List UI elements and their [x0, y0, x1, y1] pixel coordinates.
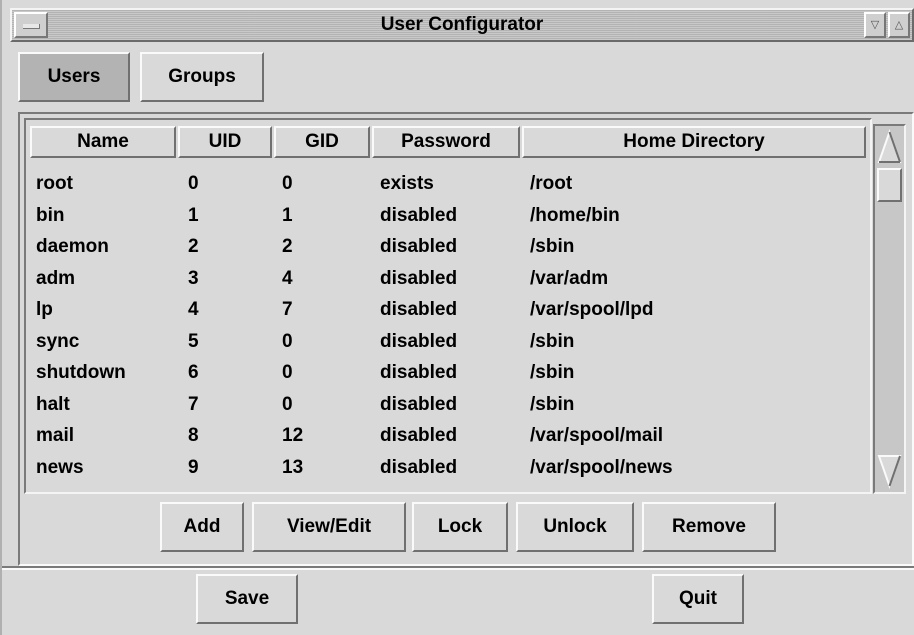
- window-title: User Configurator: [380, 14, 544, 35]
- cell-password: disabled: [380, 330, 458, 352]
- cell-gid: 0: [282, 173, 293, 194]
- cell-uid: 6: [188, 362, 199, 383]
- cell-name: news: [36, 456, 84, 478]
- cell-gid: 7: [282, 299, 293, 320]
- cell-name: sync: [36, 330, 80, 352]
- cell-name: bin: [36, 204, 65, 226]
- view-edit-button[interactable]: View/Edit: [252, 502, 406, 552]
- cell-gid: 13: [282, 456, 304, 478]
- cell-name: shutdown: [36, 362, 126, 383]
- column-header-password[interactable]: Password: [372, 126, 520, 158]
- cell-home: /home/bin: [530, 204, 620, 226]
- table-row[interactable]: adm 3 4 disabled/var/adm: [2, 263, 842, 294]
- cell-name: lp: [36, 299, 53, 320]
- cell-home: /sbin: [530, 236, 575, 257]
- table-row[interactable]: news 9 13 disabled/var/spool/news: [2, 452, 842, 483]
- table-row[interactable]: sync 5 0 disabled/sbin: [2, 326, 842, 357]
- cell-uid: 8: [188, 425, 199, 446]
- cell-uid: 7: [188, 393, 199, 415]
- cell-gid: 0: [282, 330, 293, 352]
- cell-name: daemon: [36, 236, 109, 257]
- cell-password: disabled: [380, 425, 458, 446]
- cell-uid: 2: [188, 236, 199, 257]
- cell-uid: 3: [188, 267, 199, 289]
- scroll-thumb[interactable]: [877, 168, 902, 202]
- column-header-name[interactable]: Name: [30, 126, 176, 158]
- remove-button[interactable]: Remove: [642, 502, 776, 552]
- table-row[interactable]: halt 7 0 disabled/sbin: [2, 389, 842, 420]
- cell-home: /var/spool/mail: [530, 425, 664, 446]
- scroll-down-arrow-icon[interactable]: [877, 452, 902, 490]
- scroll-up-arrow-icon[interactable]: [877, 128, 902, 166]
- column-header-home-directory[interactable]: Home Directory: [522, 126, 866, 158]
- minimize-button[interactable]: ▽: [864, 12, 886, 38]
- cell-name: mail: [36, 425, 75, 446]
- cell-name: adm: [36, 267, 76, 289]
- table-row[interactable]: lp 4 7 disabled/var/spool/lpd: [2, 294, 842, 325]
- cell-uid: 1: [188, 204, 199, 226]
- table-row[interactable]: bin 1 1 disabled/home/bin: [2, 200, 842, 231]
- cell-home: /var/adm: [530, 267, 609, 289]
- cell-uid: 4: [188, 299, 199, 320]
- cell-name: root: [36, 173, 73, 194]
- table-row[interactable]: mail 8 12 disabled/var/spool/mail: [2, 420, 842, 451]
- cell-uid: 9: [188, 456, 199, 478]
- cell-home: /var/spool/news: [530, 456, 673, 478]
- column-header-gid[interactable]: GID: [274, 126, 370, 158]
- tab-groups[interactable]: Groups: [140, 52, 264, 102]
- cell-password: disabled: [380, 362, 458, 383]
- table-row[interactable]: daemon 2 2 disabled/sbin: [2, 231, 842, 262]
- cell-name: halt: [36, 393, 70, 415]
- cell-home: /sbin: [530, 362, 575, 383]
- title-bar[interactable]: User Configurator ▽ △: [10, 8, 914, 42]
- lock-button[interactable]: Lock: [412, 502, 508, 552]
- cell-gid: 12: [282, 425, 304, 446]
- table-row[interactable]: shutdown 6 0 disabled/sbin: [2, 357, 842, 388]
- column-header-uid[interactable]: UID: [178, 126, 272, 158]
- footer-divider: [2, 566, 914, 570]
- cell-home: /sbin: [530, 330, 575, 352]
- quit-button[interactable]: Quit: [652, 574, 744, 624]
- cell-gid: 2: [282, 236, 293, 257]
- user-configurator-window: User Configurator ▽ △ Users Groups Name …: [0, 0, 914, 635]
- unlock-button[interactable]: Unlock: [516, 502, 634, 552]
- cell-gid: 4: [282, 267, 293, 289]
- cell-gid: 1: [282, 204, 293, 226]
- cell-password: exists: [380, 173, 434, 194]
- cell-password: disabled: [380, 267, 458, 289]
- cell-password: disabled: [380, 299, 458, 320]
- cell-home: /var/spool/lpd: [530, 299, 654, 320]
- cell-password: disabled: [380, 236, 458, 257]
- cell-gid: 0: [282, 362, 293, 383]
- cell-password: disabled: [380, 456, 458, 478]
- cell-password: disabled: [380, 393, 458, 415]
- cell-password: disabled: [380, 204, 458, 226]
- cell-home: /root: [530, 173, 573, 194]
- cell-home: /sbin: [530, 393, 575, 415]
- tab-users[interactable]: Users: [18, 52, 130, 102]
- cell-uid: 0: [188, 173, 199, 194]
- add-button[interactable]: Add: [160, 502, 244, 552]
- save-button[interactable]: Save: [196, 574, 298, 624]
- maximize-button[interactable]: △: [888, 12, 910, 38]
- cell-uid: 5: [188, 330, 199, 352]
- vertical-scrollbar[interactable]: [873, 124, 906, 494]
- table-row[interactable]: root 0 0 exists/root: [2, 168, 842, 199]
- cell-gid: 0: [282, 393, 293, 415]
